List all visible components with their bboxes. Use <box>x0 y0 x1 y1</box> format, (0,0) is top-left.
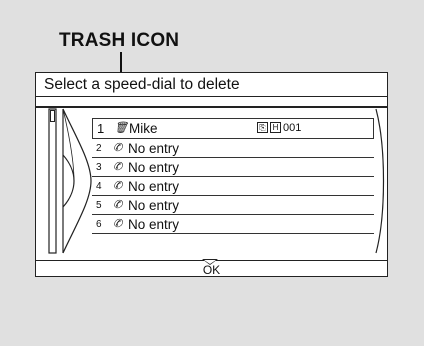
phonebook-icon: ⎘ <box>257 122 268 133</box>
row-name: No entry <box>128 141 180 156</box>
speed-dial-row[interactable]: 4 ✆ No entry <box>92 177 374 196</box>
phone-icon: ✆ <box>113 142 123 154</box>
row-name: No entry <box>128 217 180 232</box>
speed-dial-row[interactable]: 5 ✆ No entry <box>92 196 374 215</box>
speed-dial-row[interactable]: 1 🗑 Mike ⎘ H 001 <box>92 118 374 139</box>
speed-dial-row[interactable]: 3 ✆ No entry <box>92 158 374 177</box>
callout-label: TRASH ICON <box>59 30 180 51</box>
speed-dial-row[interactable]: 2 ✆ No entry <box>92 139 374 158</box>
speed-dial-number: 001 <box>283 122 302 134</box>
row-name: No entry <box>128 160 180 175</box>
row-index: 1 <box>97 121 105 136</box>
row-index: 4 <box>96 181 102 192</box>
trash-icon: 🗑 <box>114 122 128 134</box>
scroll-thumb[interactable] <box>50 110 55 122</box>
row-index: 3 <box>96 162 102 173</box>
speed-dial-row[interactable]: 6 ✆ No entry <box>92 215 374 234</box>
phone-icon: ✆ <box>113 180 123 192</box>
speed-dial-screen: Select a speed-dial to delete 1 🗑 Mike ⎘ H 00… <box>35 72 388 277</box>
row-badges: ⎘ H <box>257 122 281 133</box>
row-index: 6 <box>96 219 102 230</box>
row-name: No entry <box>128 179 180 194</box>
speed-dial-list: 1 🗑 Mike ⎘ H 001 2 ✆ No entry 3 ✆ No entry 4 ✆ No entr… <box>36 107 387 255</box>
row-index: 2 <box>96 143 102 154</box>
row-index: 5 <box>96 200 102 211</box>
footer: OK <box>36 259 387 277</box>
phone-icon: ✆ <box>113 161 123 173</box>
phone-icon: ✆ <box>113 199 123 211</box>
row-name: No entry <box>128 198 180 213</box>
phone-icon: ✆ <box>113 218 123 230</box>
row-name: Mike <box>129 121 158 136</box>
home-icon: H <box>270 122 281 133</box>
screen-title: Select a speed-dial to delete <box>36 73 387 97</box>
